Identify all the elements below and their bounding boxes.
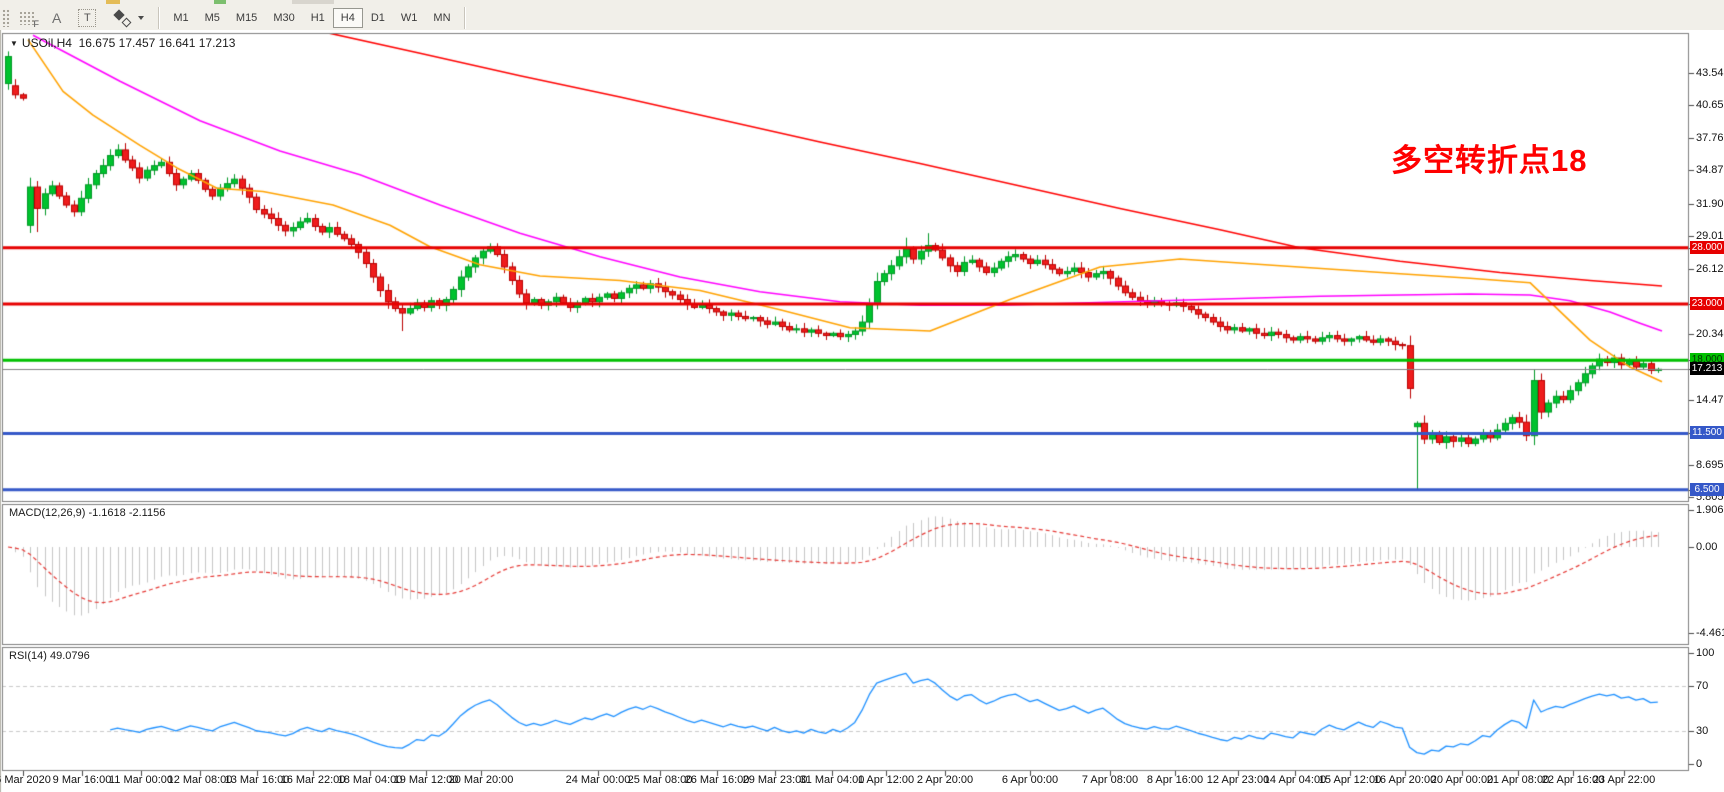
timeframe-button-m5[interactable]: M5	[197, 8, 228, 28]
price-axis-label: 20.340	[1696, 328, 1724, 340]
macd-axis-label: 0.00	[1696, 541, 1717, 553]
timeframe-button-w1[interactable]: W1	[393, 8, 426, 28]
trading-terminal: F AT M1M5M15M30H1H4D1W1MN ▼ USOil,H4 16.67…	[0, 0, 1724, 792]
timeframe-button-m30[interactable]: M30	[265, 8, 302, 28]
price-tag-11.500: 11.500	[1690, 426, 1724, 439]
price-axis-label: 26.120	[1696, 263, 1724, 275]
timeframe-button-m1[interactable]: M1	[165, 8, 196, 28]
chart-area: ▼ USOil,H4 16.675 17.457 16.641 17.213 MA…	[0, 30, 1724, 792]
rsi-axis-label: 70	[1696, 680, 1708, 692]
timeframe-button-mn[interactable]: MN	[425, 8, 458, 28]
rsi-axis-label: 0	[1696, 758, 1702, 770]
drawing-tools-group: F AT	[13, 7, 153, 29]
chart-title: ▼ USOil,H4 16.675 17.457 16.641 17.213	[10, 36, 235, 50]
timeframe-button-h4[interactable]: H4	[333, 8, 363, 28]
chart-ohlc-values: 16.675 17.457 16.641 17.213	[79, 36, 236, 50]
timeframe-group: M1M5M15M30H1H4D1W1MN	[165, 8, 458, 28]
shapes-dropdown-icon[interactable]	[113, 9, 131, 27]
chart-symbol-period: USOil,H4	[22, 36, 72, 50]
rsi-axis-label: 30	[1696, 725, 1708, 737]
price-tag-23.000: 23.000	[1690, 297, 1724, 310]
rsi-axis-label: 100	[1696, 647, 1714, 659]
price-axis-label: 31.900	[1696, 198, 1724, 210]
price-axis-label: 14.475	[1696, 394, 1724, 406]
price-axis-label: 40.655	[1696, 99, 1724, 111]
chart-annotation-text[interactable]: 多空转折点18	[1391, 135, 1587, 180]
macd-axis-label: 1.9069	[1696, 504, 1724, 516]
grid-snap-icon[interactable]: F	[19, 11, 36, 25]
toolbar-separator	[464, 7, 466, 29]
price-axis-label: 34.875	[1696, 164, 1724, 176]
price-tag-17.213: 17.213	[1690, 362, 1724, 375]
price-axis-label: 8.695	[1696, 459, 1724, 471]
price-axis-label: 43.545	[1696, 67, 1724, 79]
font-label-icon[interactable]: A	[52, 7, 61, 29]
toolbar-clipped-icon	[214, 0, 226, 4]
chart-dropdown-icon[interactable]: ▼	[10, 39, 18, 48]
timeframe-button-m15[interactable]: M15	[228, 8, 265, 28]
toolbar-grip[interactable]	[2, 9, 10, 27]
price-axis-label: 37.765	[1696, 132, 1724, 144]
time-axis-label: 2 Apr 20:00	[897, 774, 993, 786]
toolbar-clipped-icon	[292, 0, 334, 4]
toolbar-clipped-icon	[106, 0, 120, 4]
timeframe-button-d1[interactable]: D1	[363, 8, 393, 28]
toolbar-row: F AT M1M5M15M30H1H4D1W1MN	[0, 5, 1724, 30]
price-tag-28.000: 28.000	[1690, 241, 1724, 254]
time-axis-label: 20 Mar 20:00	[433, 774, 529, 786]
text-object-icon[interactable]: T	[78, 9, 96, 27]
time-axis-label: 23 Apr 22:00	[1576, 774, 1672, 786]
rsi-indicator-label: RSI(14) 49.0796	[9, 650, 90, 662]
timeframe-button-h1[interactable]: H1	[303, 8, 333, 28]
macd-indicator-label: MACD(12,26,9) -1.1618 -2.1156	[9, 507, 165, 519]
toolbar-separator	[158, 7, 160, 29]
dropdown-caret-icon[interactable]	[138, 16, 144, 20]
toolbar: F AT M1M5M15M30H1H4D1W1MN	[0, 0, 1724, 31]
macd-axis-label: -4.4614	[1696, 627, 1724, 639]
price-tag-6.500: 6.500	[1690, 483, 1724, 496]
